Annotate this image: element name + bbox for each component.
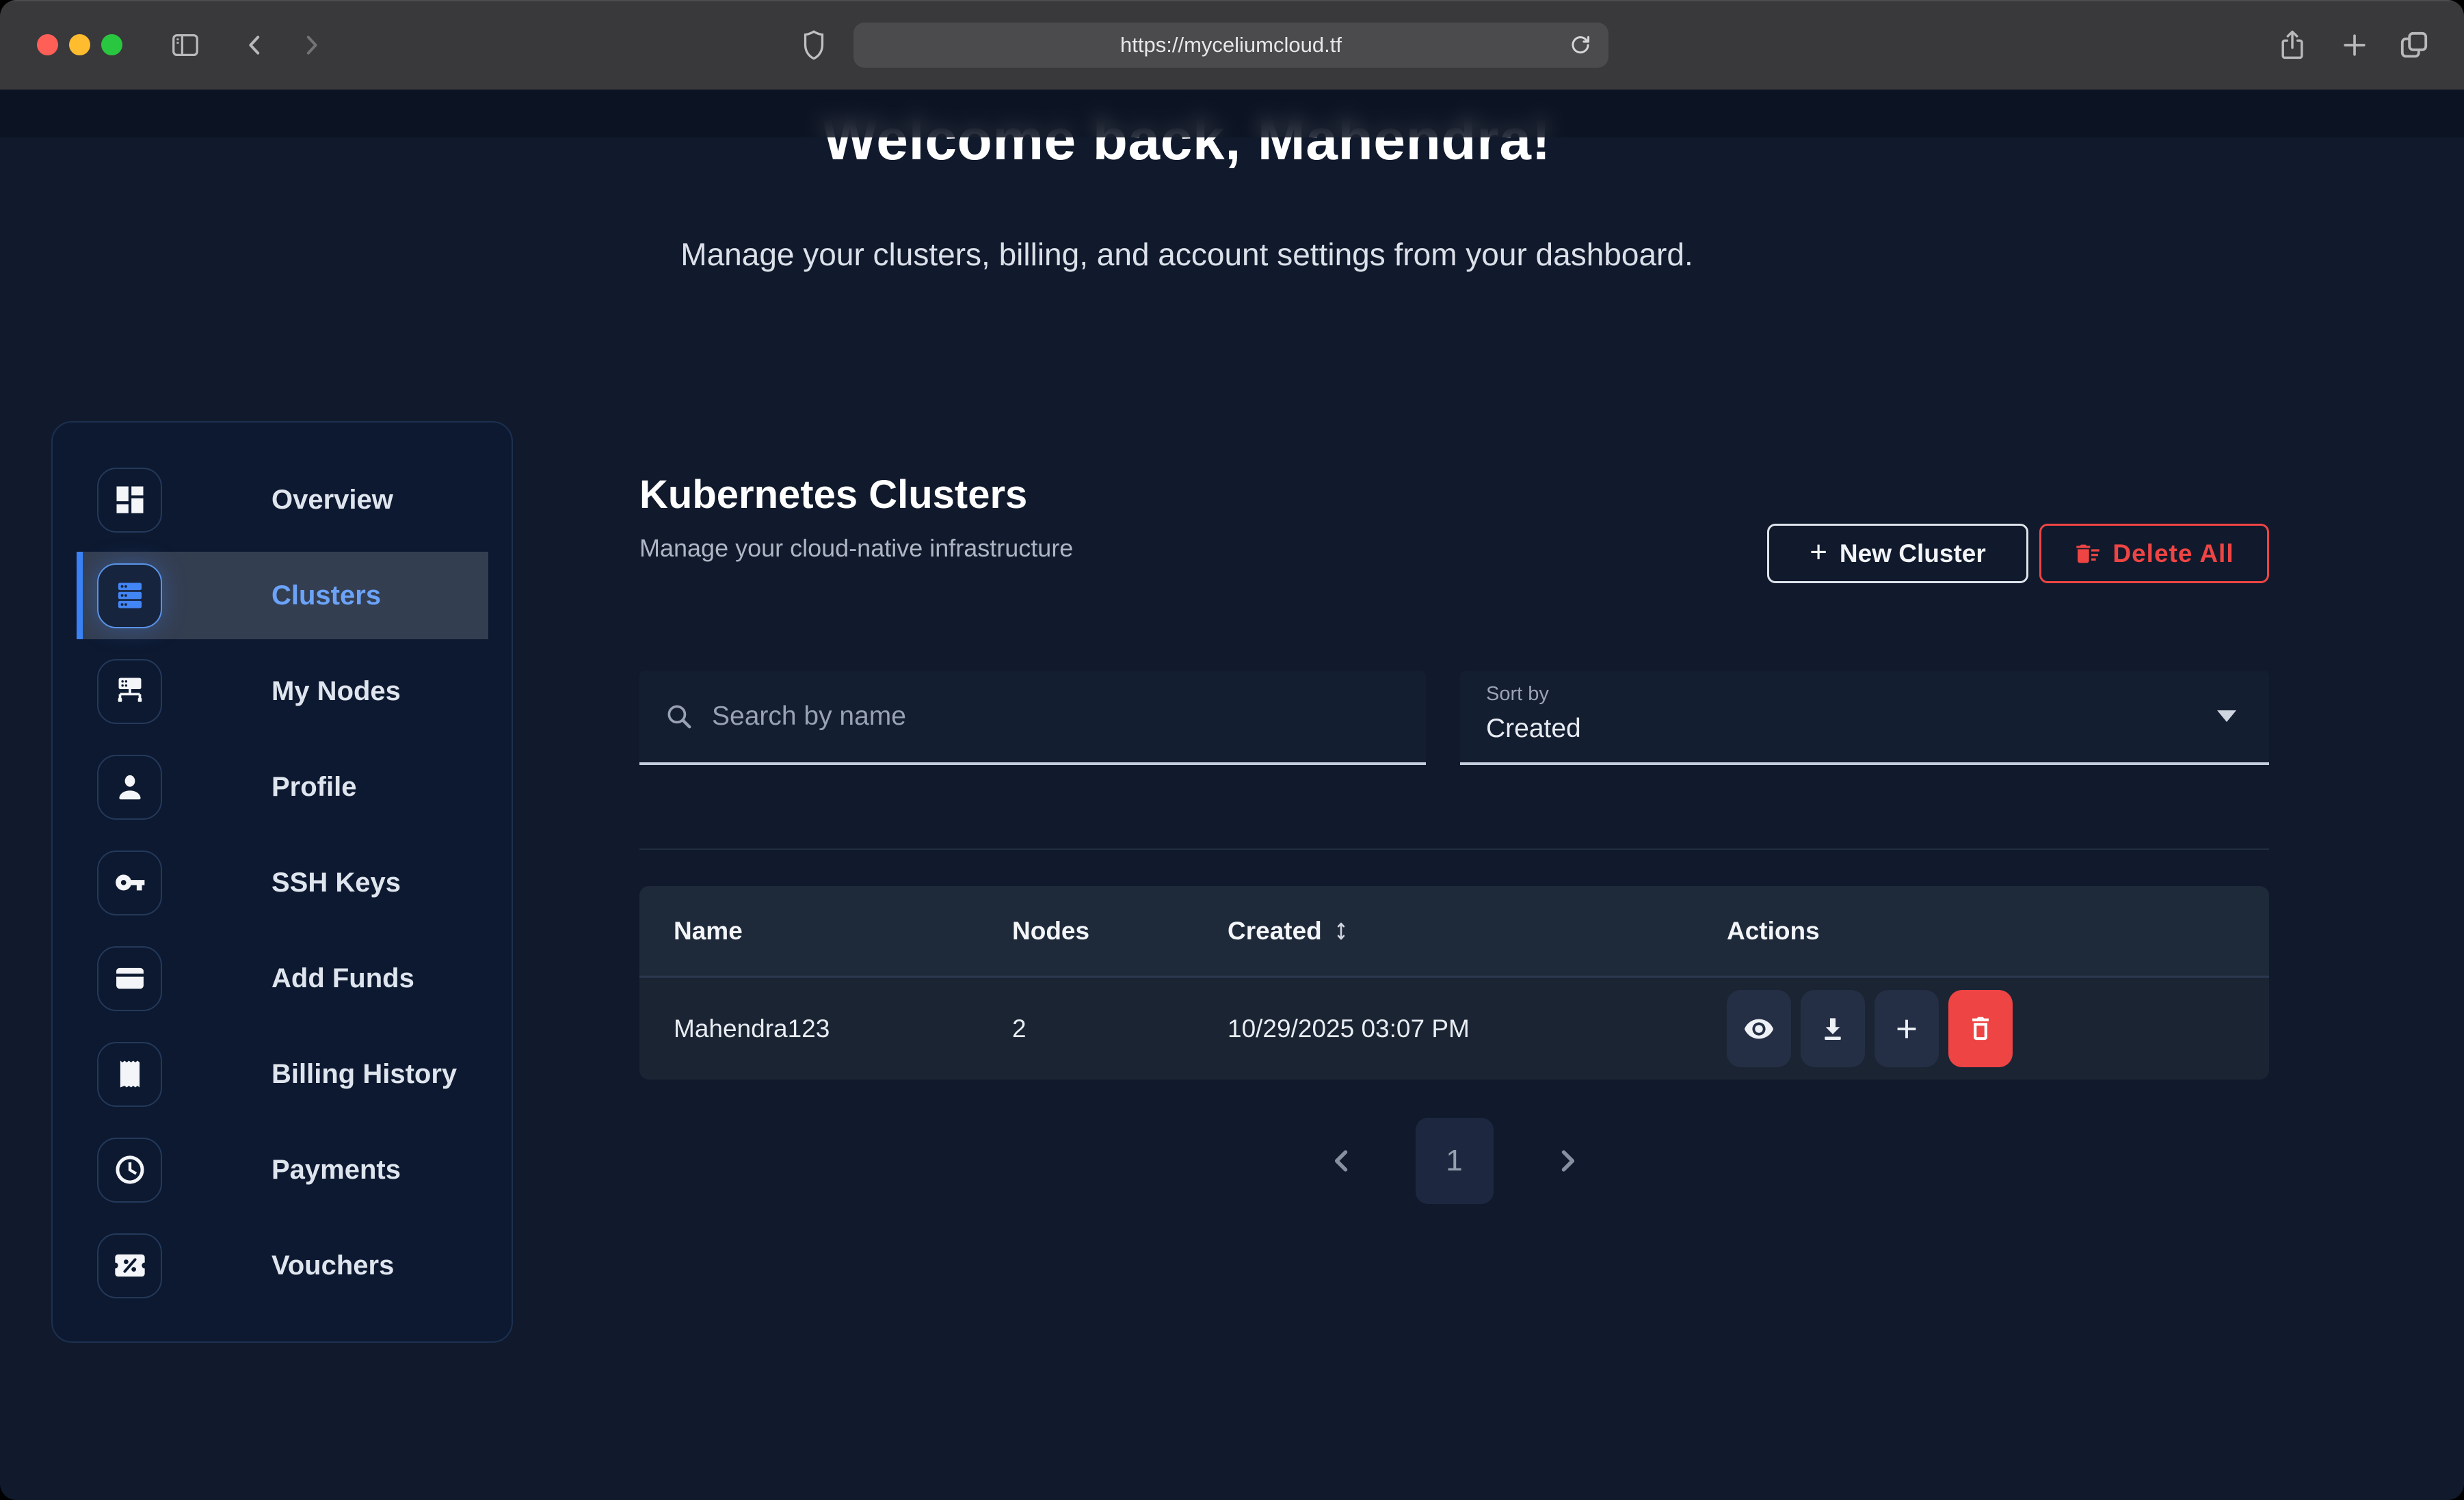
sidebar-nav: Overview Clusters bbox=[51, 421, 513, 1343]
column-name: Name bbox=[674, 917, 1012, 946]
sidebar-item-label: Vouchers bbox=[271, 1250, 394, 1281]
add-funds-icon bbox=[97, 946, 162, 1011]
plus-icon: + bbox=[1810, 537, 1827, 567]
cell-nodes: 2 bbox=[1012, 1015, 1228, 1043]
search-input[interactable] bbox=[711, 701, 1401, 732]
sidebar-item-ssh-keys[interactable]: SSH Keys bbox=[53, 835, 512, 930]
sidebar-item-billing-history[interactable]: Billing History bbox=[53, 1026, 512, 1122]
profile-icon bbox=[97, 755, 162, 820]
view-cluster-button[interactable] bbox=[1727, 990, 1791, 1067]
delete-cluster-button[interactable] bbox=[1948, 990, 2013, 1067]
column-actions: Actions bbox=[1727, 917, 2269, 946]
browser-window: https://myceliumcloud.tf bbox=[0, 0, 2464, 1500]
minimize-window-button[interactable] bbox=[69, 34, 90, 55]
payments-icon bbox=[97, 1138, 162, 1203]
sort-value: Created bbox=[1486, 714, 2269, 744]
sidebar-item-label: Payments bbox=[271, 1155, 401, 1186]
filter-row: Sort by Created bbox=[639, 671, 2269, 765]
search-box bbox=[639, 671, 1426, 765]
plus-icon bbox=[1891, 1013, 1922, 1045]
delete-sweep-icon bbox=[2074, 540, 2102, 567]
column-created[interactable]: Created bbox=[1228, 917, 1727, 946]
trash-icon bbox=[1965, 1014, 1996, 1044]
my-nodes-icon bbox=[97, 659, 162, 724]
eye-icon bbox=[1743, 1013, 1775, 1045]
sidebar-item-clusters[interactable]: Clusters bbox=[53, 548, 512, 643]
table-header: Name Nodes Created Actions bbox=[639, 886, 2269, 978]
delete-all-label: Delete All bbox=[2112, 539, 2234, 568]
new-cluster-button[interactable]: + New Cluster bbox=[1767, 524, 2028, 583]
sidebar-item-label: My Nodes bbox=[271, 676, 401, 707]
delete-all-button[interactable]: Delete All bbox=[2039, 524, 2269, 583]
main-content: Kubernetes Clusters Manage your cloud-na… bbox=[639, 472, 2269, 1497]
sidebar-item-label: Add Funds bbox=[271, 963, 414, 994]
sort-label: Sort by bbox=[1486, 683, 2269, 706]
sticky-header-overlay bbox=[0, 90, 2464, 137]
sidebar-item-label: Billing History bbox=[271, 1059, 457, 1090]
chevron-down-icon bbox=[2217, 710, 2236, 722]
sidebar-item-payments[interactable]: Payments bbox=[53, 1122, 512, 1218]
page-number[interactable]: 1 bbox=[1416, 1118, 1494, 1204]
new-cluster-label: New Cluster bbox=[1840, 539, 1986, 568]
sidebar-item-vouchers[interactable]: Vouchers bbox=[53, 1218, 512, 1313]
sidebar-item-add-funds[interactable]: Add Funds bbox=[53, 930, 512, 1026]
window-controls bbox=[37, 34, 122, 55]
clusters-icon bbox=[97, 563, 162, 628]
page-body: Welcome back, Mahendra! Manage your clus… bbox=[0, 90, 2464, 1500]
divider bbox=[639, 848, 2269, 850]
next-page-icon[interactable] bbox=[1552, 1146, 1582, 1176]
sidebar-item-label: SSH Keys bbox=[271, 868, 401, 898]
ssh-keys-icon bbox=[97, 851, 162, 915]
url-text: https://myceliumcloud.tf bbox=[1120, 33, 1342, 57]
download-kubeconfig-button[interactable] bbox=[1801, 990, 1865, 1067]
new-tab-icon[interactable] bbox=[2334, 0, 2375, 90]
reload-icon[interactable] bbox=[1567, 32, 1593, 62]
search-icon bbox=[664, 701, 694, 732]
sidebar-item-profile[interactable]: Profile bbox=[53, 739, 512, 835]
active-indicator bbox=[77, 552, 83, 639]
sidebar-item-label: Overview bbox=[271, 485, 393, 515]
add-node-button[interactable] bbox=[1875, 990, 1939, 1067]
sort-updown-icon bbox=[1332, 920, 1351, 943]
row-actions bbox=[1727, 990, 2269, 1067]
pagination: 1 bbox=[639, 1118, 2269, 1204]
zoom-window-button[interactable] bbox=[101, 34, 122, 55]
vouchers-icon bbox=[97, 1233, 162, 1298]
back-icon[interactable] bbox=[239, 0, 271, 90]
welcome-subtitle: Manage your clusters, billing, and accou… bbox=[0, 236, 2374, 273]
privacy-shield-icon[interactable] bbox=[793, 0, 834, 90]
tab-overview-icon[interactable] bbox=[2394, 0, 2435, 90]
download-icon bbox=[1818, 1014, 1848, 1044]
cell-created: 10/29/2025 03:07 PM bbox=[1228, 1015, 1727, 1043]
sidebar-item-label: Profile bbox=[271, 772, 356, 803]
header-actions: + New Cluster Delete All bbox=[1767, 524, 2269, 583]
page-title: Kubernetes Clusters bbox=[639, 472, 2269, 518]
cell-name: Mahendra123 bbox=[674, 1015, 1012, 1043]
address-bar[interactable]: https://myceliumcloud.tf bbox=[853, 23, 1608, 68]
close-window-button[interactable] bbox=[37, 34, 58, 55]
sidebar-toggle-icon[interactable] bbox=[169, 0, 202, 90]
browser-toolbar: https://myceliumcloud.tf bbox=[0, 0, 2464, 90]
sort-select[interactable]: Sort by Created bbox=[1460, 671, 2269, 765]
table-row: Mahendra123 2 10/29/2025 03:07 PM bbox=[639, 978, 2269, 1080]
prev-page-icon[interactable] bbox=[1327, 1146, 1357, 1176]
sidebar-item-label: Clusters bbox=[271, 580, 381, 611]
sidebar-item-my-nodes[interactable]: My Nodes bbox=[53, 643, 512, 739]
billing-history-icon bbox=[97, 1042, 162, 1107]
clusters-table: Name Nodes Created Actions Mahendra123 2… bbox=[639, 886, 2269, 1080]
column-nodes: Nodes bbox=[1012, 917, 1228, 946]
share-icon[interactable] bbox=[2272, 0, 2313, 90]
overview-icon bbox=[97, 468, 162, 533]
sidebar-item-overview[interactable]: Overview bbox=[53, 452, 512, 548]
forward-icon[interactable] bbox=[295, 0, 328, 90]
